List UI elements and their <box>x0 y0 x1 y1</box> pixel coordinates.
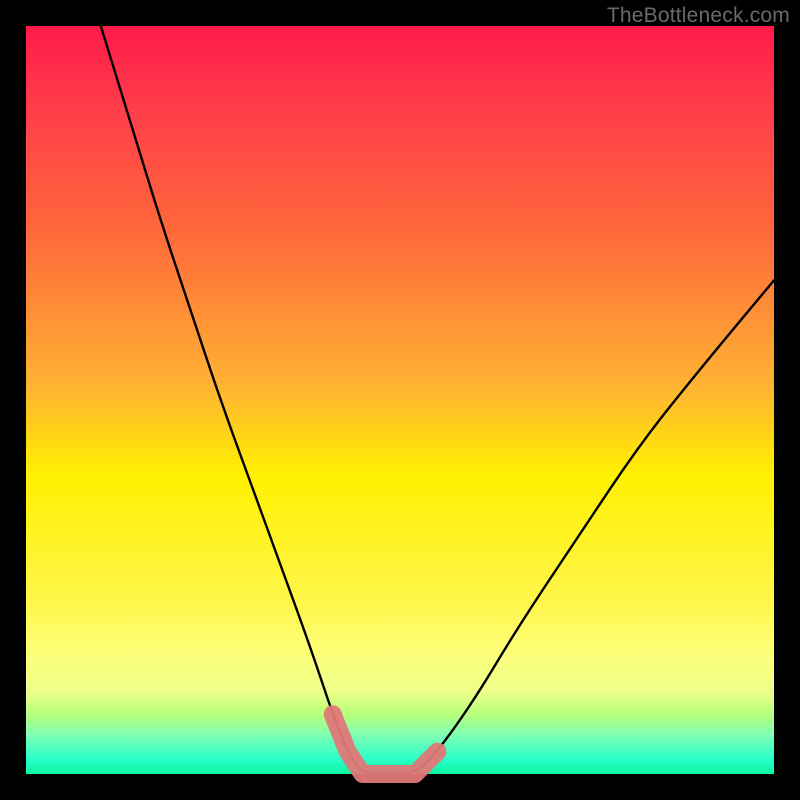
bottleneck-curve <box>101 26 774 774</box>
bottom-segment-highlight <box>333 714 438 774</box>
watermark-text: TheBottleneck.com <box>607 4 790 28</box>
chart-svg <box>26 26 774 774</box>
